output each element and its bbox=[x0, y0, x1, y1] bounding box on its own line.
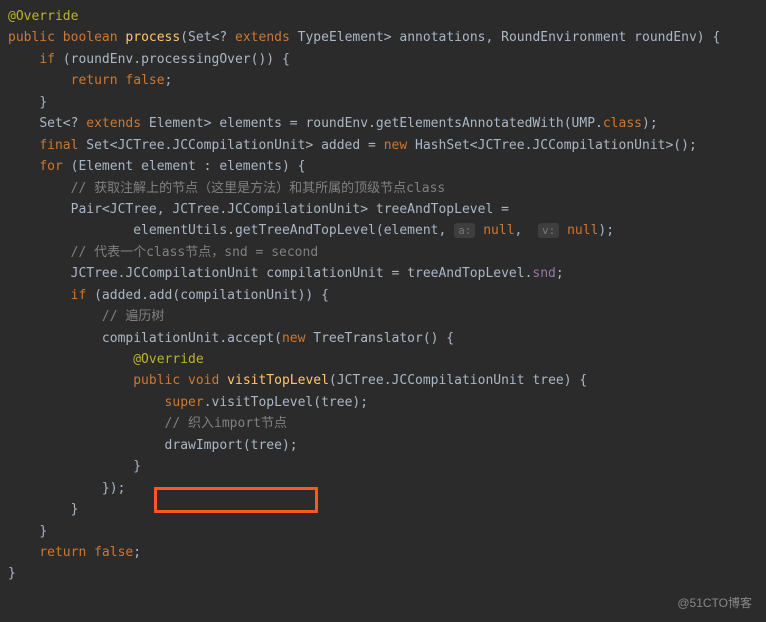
keyword-null: null bbox=[567, 223, 598, 238]
field-snd: snd bbox=[532, 266, 555, 281]
keyword-final: final bbox=[39, 138, 78, 153]
keyword-return: return false bbox=[39, 545, 133, 560]
code-text: ; bbox=[165, 73, 173, 88]
keyword-extends: extends bbox=[86, 116, 141, 131]
code-text: , bbox=[515, 223, 523, 238]
keyword-return: return false bbox=[71, 73, 165, 88]
code-text: compilationUnit.accept( bbox=[102, 331, 282, 346]
comment: // 织入import节点 bbox=[165, 416, 287, 431]
code-text: JCTree.JCCompilationUnit compilationUnit… bbox=[71, 266, 533, 281]
code-text: Pair<JCTree, JCTree.JCCompilationUnit> t… bbox=[71, 202, 509, 217]
brace: } bbox=[71, 502, 79, 517]
keyword-if: if bbox=[71, 288, 87, 303]
code-text: .visitTopLevel(tree); bbox=[204, 395, 368, 410]
brace: } bbox=[39, 524, 47, 539]
keyword-public: public bbox=[8, 30, 55, 45]
param-hint: v: bbox=[538, 223, 559, 238]
override-annotation: @Override bbox=[8, 9, 78, 24]
brace: } bbox=[39, 95, 47, 110]
brace: } bbox=[133, 459, 141, 474]
code-text: (Set<? bbox=[180, 30, 227, 45]
keyword-super: super bbox=[165, 395, 204, 410]
code-text: ; bbox=[133, 545, 141, 560]
brace: } bbox=[8, 566, 16, 581]
keyword-boolean: boolean bbox=[63, 30, 118, 45]
code-text: (roundEnv.processingOver()) { bbox=[63, 52, 290, 67]
method-process: process bbox=[125, 30, 180, 45]
keyword-void: void bbox=[188, 373, 219, 388]
code-text: TypeElement> annotations, RoundEnvironme… bbox=[298, 30, 721, 45]
code-text: HashSet<JCTree.JCCompilationUnit>(); bbox=[415, 138, 697, 153]
comment: // 代表一个class节点，snd = second bbox=[71, 245, 319, 260]
keyword-public: public bbox=[133, 373, 180, 388]
keyword-new: new bbox=[384, 138, 407, 153]
keyword-extends: extends bbox=[235, 30, 290, 45]
keyword-new: new bbox=[282, 331, 305, 346]
code-text: ); bbox=[598, 223, 614, 238]
code-text: ); bbox=[642, 116, 658, 131]
comment: // 获取注解上的节点（这里是方法）和其所属的顶级节点class bbox=[71, 181, 446, 196]
code-text: Element> elements = roundEnv.getElements… bbox=[149, 116, 603, 131]
override-annotation: @Override bbox=[133, 352, 203, 367]
code-block: @Override public boolean process(Set<? e… bbox=[8, 6, 758, 585]
keyword-null: null bbox=[483, 223, 514, 238]
brace: }); bbox=[102, 481, 125, 496]
method-visittoplevel: visitTopLevel bbox=[227, 373, 329, 388]
code-text: (added.add(compilationUnit)) { bbox=[94, 288, 329, 303]
highlighted-code: drawImport(tree); bbox=[165, 438, 298, 453]
code-text: TreeTranslator() { bbox=[313, 331, 454, 346]
keyword-class: class bbox=[603, 116, 642, 131]
code-text: ; bbox=[556, 266, 564, 281]
code-text: Set<JCTree.JCCompilationUnit> added = bbox=[86, 138, 376, 153]
keyword-for: for bbox=[39, 159, 62, 174]
param-hint: a: bbox=[454, 223, 475, 238]
code-text: elementUtils.getTreeAndTopLevel(element, bbox=[133, 223, 446, 238]
comment: // 遍历树 bbox=[102, 309, 164, 324]
watermark: @51CTO博客 bbox=[677, 594, 752, 614]
code-text: Set<? bbox=[39, 116, 78, 131]
code-text: (JCTree.JCCompilationUnit tree) { bbox=[329, 373, 587, 388]
code-text: (Element element : elements) { bbox=[71, 159, 306, 174]
keyword-if: if bbox=[39, 52, 55, 67]
